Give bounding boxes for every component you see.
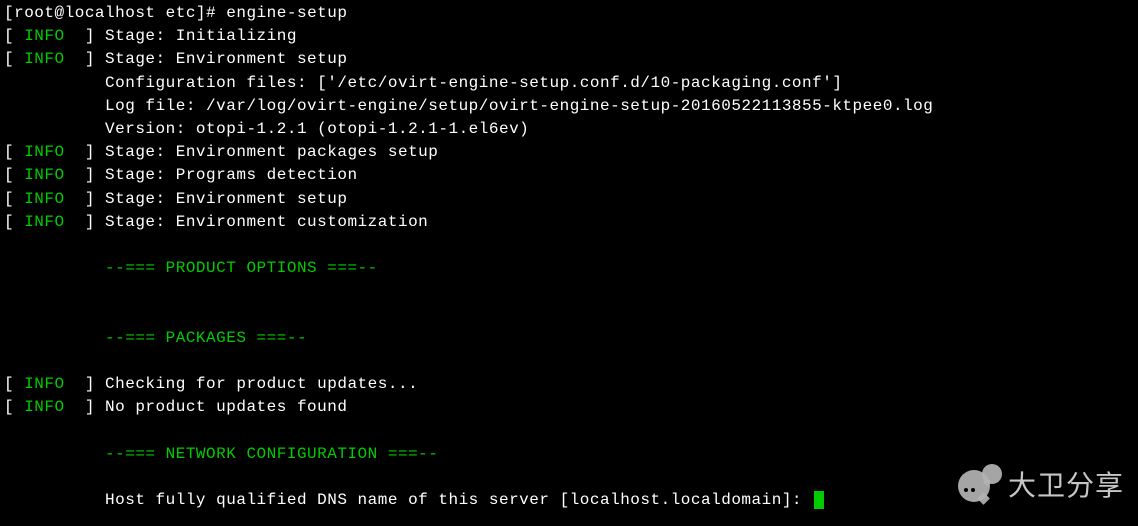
blank-line bbox=[4, 419, 1134, 442]
info-tag: INFO bbox=[24, 143, 64, 161]
log-line: [ INFO ] Stage: Environment customizatio… bbox=[4, 211, 1134, 234]
section-header: --=== NETWORK CONFIGURATION ===-- bbox=[4, 443, 1134, 466]
section-text: --=== PRODUCT OPTIONS ===-- bbox=[105, 259, 378, 277]
watermark-text: 大卫分享 bbox=[1008, 466, 1124, 507]
info-tag: INFO bbox=[24, 166, 64, 184]
log-line: [ INFO ] No product updates found bbox=[4, 396, 1134, 419]
log-text: Checking for product updates... bbox=[105, 375, 418, 393]
blank-line bbox=[4, 280, 1134, 303]
log-line: Log file: /var/log/ovirt-engine/setup/ov… bbox=[4, 95, 1134, 118]
info-tag: INFO bbox=[24, 50, 64, 68]
info-tag: INFO bbox=[24, 190, 64, 208]
blank-line bbox=[4, 350, 1134, 373]
log-text: Stage: Environment setup bbox=[105, 50, 347, 68]
log-line: [ INFO ] Checking for product updates... bbox=[4, 373, 1134, 396]
log-line: [ INFO ] Stage: Programs detection bbox=[4, 164, 1134, 187]
blank-line bbox=[4, 234, 1134, 257]
cursor-icon bbox=[814, 491, 824, 509]
input-prompt-text: Host fully qualified DNS name of this se… bbox=[105, 491, 812, 509]
section-text: --=== NETWORK CONFIGURATION ===-- bbox=[105, 445, 438, 463]
log-text: Stage: Initializing bbox=[105, 27, 297, 45]
log-text: Stage: Programs detection bbox=[105, 166, 358, 184]
log-text: Stage: Environment packages setup bbox=[105, 143, 438, 161]
log-text: Version: otopi-1.2.1 (otopi-1.2.1-1.el6e… bbox=[105, 120, 529, 138]
section-header: --=== PACKAGES ===-- bbox=[4, 327, 1134, 350]
info-tag: INFO bbox=[24, 27, 64, 45]
wechat-icon bbox=[958, 464, 1002, 508]
info-tag: INFO bbox=[24, 375, 64, 393]
log-text: Configuration files: ['/etc/ovirt-engine… bbox=[105, 74, 842, 92]
info-tag: INFO bbox=[24, 213, 64, 231]
log-text: Log file: /var/log/ovirt-engine/setup/ov… bbox=[105, 97, 933, 115]
log-text: Stage: Environment customization bbox=[105, 213, 428, 231]
section-header: --=== PRODUCT OPTIONS ===-- bbox=[4, 257, 1134, 280]
log-line: [ INFO ] Stage: Environment packages set… bbox=[4, 141, 1134, 164]
log-text: Stage: Environment setup bbox=[105, 190, 347, 208]
log-line: [ INFO ] Stage: Environment setup bbox=[4, 48, 1134, 71]
prompt-userhost: [root@localhost etc]# bbox=[4, 4, 216, 22]
info-tag: INFO bbox=[24, 398, 64, 416]
log-line: Configuration files: ['/etc/ovirt-engine… bbox=[4, 72, 1134, 95]
blank-line bbox=[4, 303, 1134, 326]
prompt-line: [root@localhost etc]# engine-setup bbox=[4, 2, 1134, 25]
log-line: [ INFO ] Stage: Initializing bbox=[4, 25, 1134, 48]
prompt-command: engine-setup bbox=[226, 4, 347, 22]
log-line: [ INFO ] Stage: Environment setup bbox=[4, 188, 1134, 211]
watermark: 大卫分享 bbox=[958, 464, 1124, 508]
log-text: No product updates found bbox=[105, 398, 347, 416]
log-line: Version: otopi-1.2.1 (otopi-1.2.1-1.el6e… bbox=[4, 118, 1134, 141]
section-text: --=== PACKAGES ===-- bbox=[105, 329, 307, 347]
